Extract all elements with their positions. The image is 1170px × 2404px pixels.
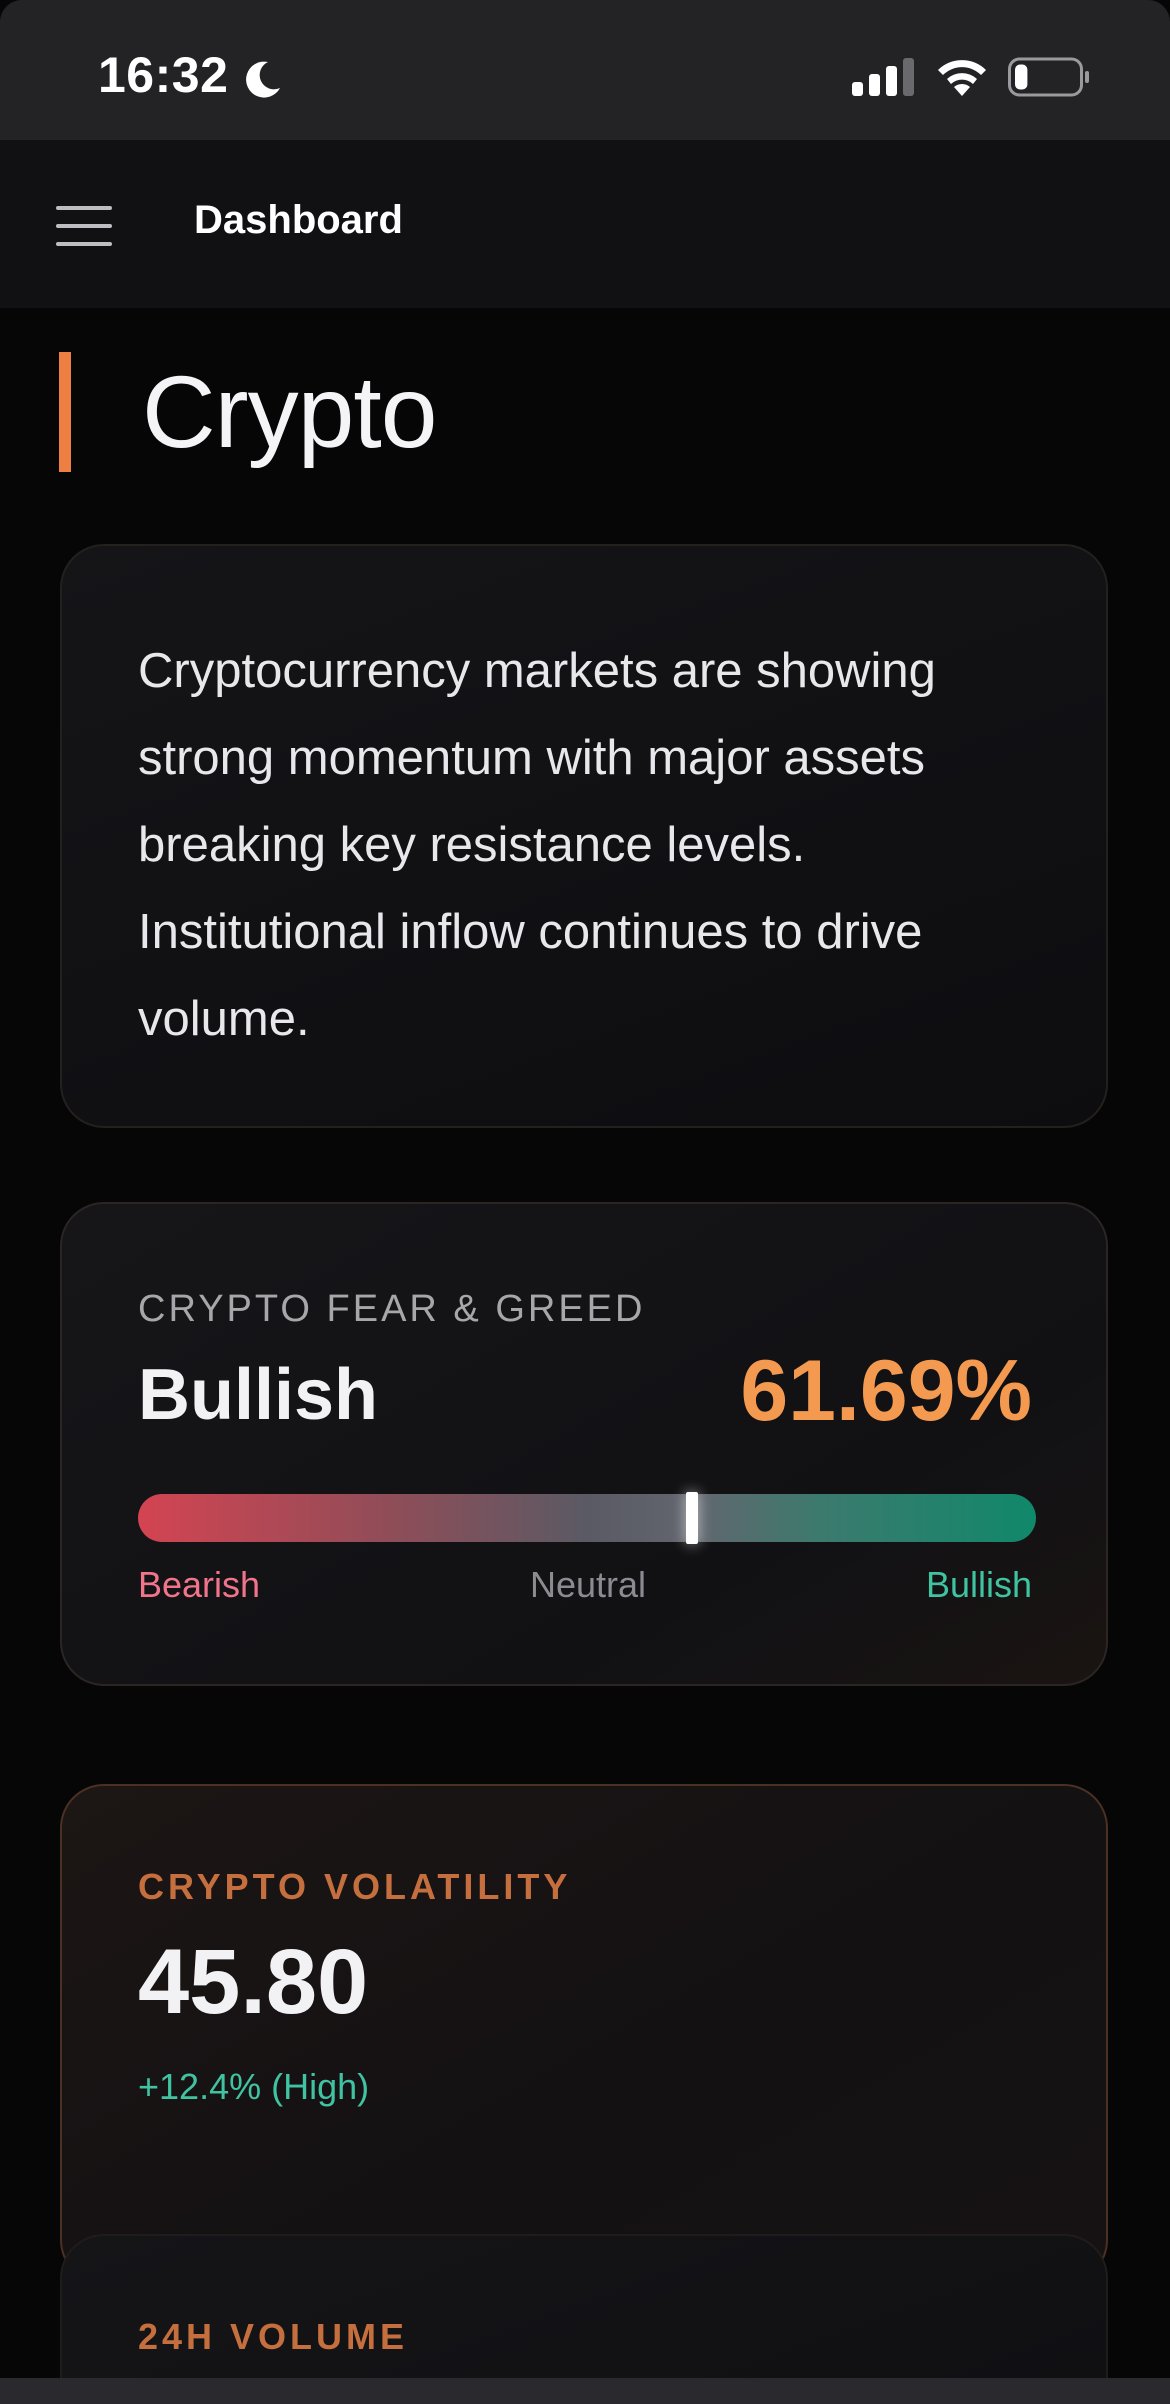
summary-card: Cryptocurrency markets are showing stron… (60, 544, 1108, 1128)
signal-icon (852, 58, 914, 96)
fear-greed-state: Bullish (138, 1355, 379, 1435)
summary-text: Cryptocurrency markets are showing stron… (138, 644, 936, 1046)
status-bar: 16:32 (0, 0, 1170, 140)
fear-greed-gauge (138, 1492, 1036, 1544)
bottom-bar (0, 2378, 1170, 2404)
volume-label: 24H VOLUME (138, 2316, 409, 2357)
volatility-card[interactable]: CRYPTO VOLATILITY 45.80 +12.4% (High) (60, 1784, 1108, 2284)
fear-greed-card[interactable]: CRYPTO FEAR & GREED Bullish 61.69% Beari… (60, 1202, 1108, 1686)
gauge-label-neutral: Neutral (530, 1564, 647, 1605)
gauge-label-bullish: Bullish (925, 1564, 1032, 1605)
volatility-label: CRYPTO VOLATILITY (138, 1866, 572, 1907)
hamburger-menu-icon[interactable] (56, 206, 112, 246)
moon-icon (246, 61, 280, 98)
screen: 16:32 Dashboard Crypto Cryptocurrency ma… (0, 0, 1170, 2404)
battery-icon (1008, 57, 1089, 97)
fear-greed-marker (685, 1492, 698, 1544)
volatility-change: +12.4% (High) (138, 2066, 370, 2107)
gauge-label-bearish: Bearish (138, 1564, 261, 1605)
nav-title: Dashboard (194, 198, 403, 242)
volatility-value: 45.80 (138, 1931, 369, 2033)
title-accent-bar (59, 352, 71, 472)
wifi-icon (938, 60, 986, 96)
nav-bar: Dashboard (0, 140, 1170, 308)
page-title: Crypto (142, 355, 437, 469)
fear-greed-label: CRYPTO FEAR & GREED (138, 1288, 646, 1330)
fear-greed-value: 61.69% (740, 1343, 1032, 1439)
status-time: 16:32 (98, 47, 229, 103)
